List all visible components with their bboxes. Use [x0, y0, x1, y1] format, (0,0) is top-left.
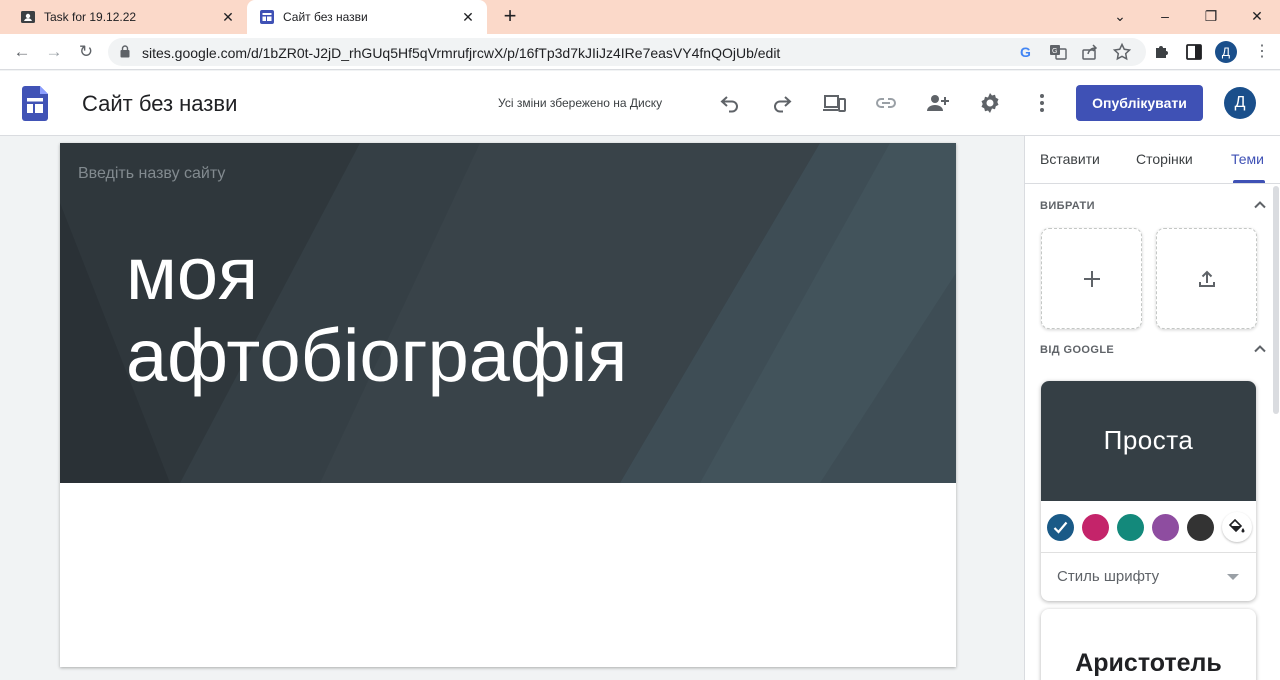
theme-name: Аристотель: [1075, 649, 1222, 677]
settings-gear-icon[interactable]: [978, 91, 1002, 115]
share-icon[interactable]: [1080, 42, 1100, 62]
theme-card-divider: [1041, 552, 1256, 553]
forward-icon[interactable]: →: [42, 40, 66, 64]
tab-task[interactable]: Task for 19.12.22 ✕: [0, 0, 247, 34]
extensions-icon[interactable]: [1152, 42, 1172, 62]
section-choose-header: ВИБРАТИ: [1040, 200, 1095, 212]
tab-pages[interactable]: Сторінки: [1136, 151, 1193, 167]
browser-profile-avatar[interactable]: Д: [1215, 41, 1237, 63]
sites-favicon-icon: [260, 10, 274, 24]
translate-icon[interactable]: G: [1048, 42, 1068, 62]
new-tab-icon[interactable]: +: [498, 5, 522, 29]
account-avatar[interactable]: Д: [1224, 87, 1256, 119]
tab-sites[interactable]: Сайт без назви ✕: [247, 0, 487, 34]
site-title[interactable]: Сайт без назви: [82, 91, 237, 117]
sites-header: Сайт без назви Усі зміни збережено на Ди…: [0, 71, 1280, 136]
google-sites-logo-icon[interactable]: [22, 86, 48, 121]
panel-scrollbar[interactable]: [1271, 184, 1280, 680]
color-swatch-purple[interactable]: [1152, 514, 1179, 541]
google-icon[interactable]: G: [1016, 42, 1036, 62]
scrollbar-thumb[interactable]: [1273, 186, 1279, 414]
theme-name: Проста: [1103, 425, 1194, 455]
lock-icon: [120, 45, 130, 58]
tab-insert[interactable]: Вставити: [1040, 151, 1100, 167]
restore-icon[interactable]: ❐: [1201, 6, 1221, 26]
chevron-up-icon[interactable]: [1253, 342, 1267, 356]
theme-card-aristotle[interactable]: Аристотель: [1041, 609, 1256, 680]
upload-icon: [1199, 270, 1215, 287]
right-panel: Вставити Сторінки Теми ВИБРАТИ ВІД GOOGL…: [1024, 136, 1280, 680]
color-swatch-pink[interactable]: [1082, 514, 1109, 541]
share-with-others-icon[interactable]: [926, 91, 950, 115]
tabs-divider: [1025, 183, 1280, 184]
address-bar[interactable]: sites.google.com/d/1bZR0t-J2jD_rhGUq5Hf5…: [108, 38, 1146, 66]
bookmark-star-icon[interactable]: [1112, 42, 1132, 62]
back-icon[interactable]: ←: [10, 40, 34, 64]
theme-card-simple[interactable]: Проста Стиль шрифту: [1041, 381, 1256, 601]
tab-search-icon[interactable]: ⌄: [1110, 6, 1130, 26]
side-panel-icon[interactable]: [1184, 42, 1204, 62]
undo-icon[interactable]: [718, 91, 742, 115]
tab-themes[interactable]: Теми: [1231, 151, 1264, 167]
custom-color-button[interactable]: [1222, 512, 1252, 542]
redo-icon[interactable]: [770, 91, 794, 115]
canvas-scrollbar[interactable]: [1012, 136, 1024, 680]
page-title-line: афтобіографія: [126, 314, 628, 397]
tab-close-icon[interactable]: ✕: [219, 8, 237, 26]
more-options-icon[interactable]: [1030, 91, 1054, 115]
tab-title: Task for 19.12.22: [44, 10, 137, 24]
svg-text:G: G: [1052, 48, 1057, 55]
plus-icon: [1084, 271, 1100, 287]
preview-devices-icon[interactable]: [822, 91, 846, 115]
chevron-up-icon[interactable]: [1253, 198, 1267, 212]
page-title[interactable]: моя афтобіографія: [126, 233, 627, 397]
page-title-line: моя: [126, 232, 259, 315]
color-swatch-blue[interactable]: [1047, 514, 1074, 541]
save-status: Усі зміни збережено на Диску: [498, 96, 663, 110]
check-icon: [1053, 521, 1068, 534]
link-icon[interactable]: [874, 91, 898, 115]
site-canvas: Введіть назву сайту моя афтобіографія: [60, 143, 956, 667]
svg-text:G: G: [1020, 44, 1031, 60]
tab-close-icon[interactable]: ✕: [459, 8, 477, 26]
site-name-input[interactable]: Введіть назву сайту: [78, 165, 225, 183]
section-google-header: ВІД GOOGLE: [1040, 344, 1115, 356]
browser-menu-icon[interactable]: ⋮: [1250, 40, 1274, 64]
minimize-icon[interactable]: –: [1155, 6, 1175, 26]
import-theme-button[interactable]: [1156, 228, 1257, 329]
publish-button[interactable]: Опублікувати: [1076, 85, 1203, 121]
browser-tab-bar: Task for 19.12.22 ✕ Сайт без назви ✕ + ⌄…: [0, 0, 1280, 34]
close-window-icon[interactable]: ✕: [1247, 6, 1267, 26]
browser-toolbar: ← → ↻ sites.google.com/d/1bZR0t-J2jD_rhG…: [0, 34, 1280, 70]
font-style-dropdown[interactable]: Стиль шрифту: [1057, 568, 1159, 585]
reload-icon[interactable]: ↻: [74, 40, 98, 64]
color-swatch-dark[interactable]: [1187, 514, 1214, 541]
tab-title: Сайт без назви: [283, 10, 368, 24]
classroom-favicon-icon: [21, 11, 35, 23]
paint-bucket-icon: [1229, 519, 1245, 533]
url-text: sites.google.com/d/1bZR0t-J2jD_rhGUq5Hf5…: [142, 45, 781, 61]
theme-preview[interactable]: Проста: [1041, 381, 1256, 501]
header-banner[interactable]: Введіть назву сайту моя афтобіографія: [60, 143, 956, 483]
dropdown-caret-icon[interactable]: [1227, 574, 1239, 580]
create-theme-button[interactable]: [1041, 228, 1142, 329]
color-swatch-teal[interactable]: [1117, 514, 1144, 541]
